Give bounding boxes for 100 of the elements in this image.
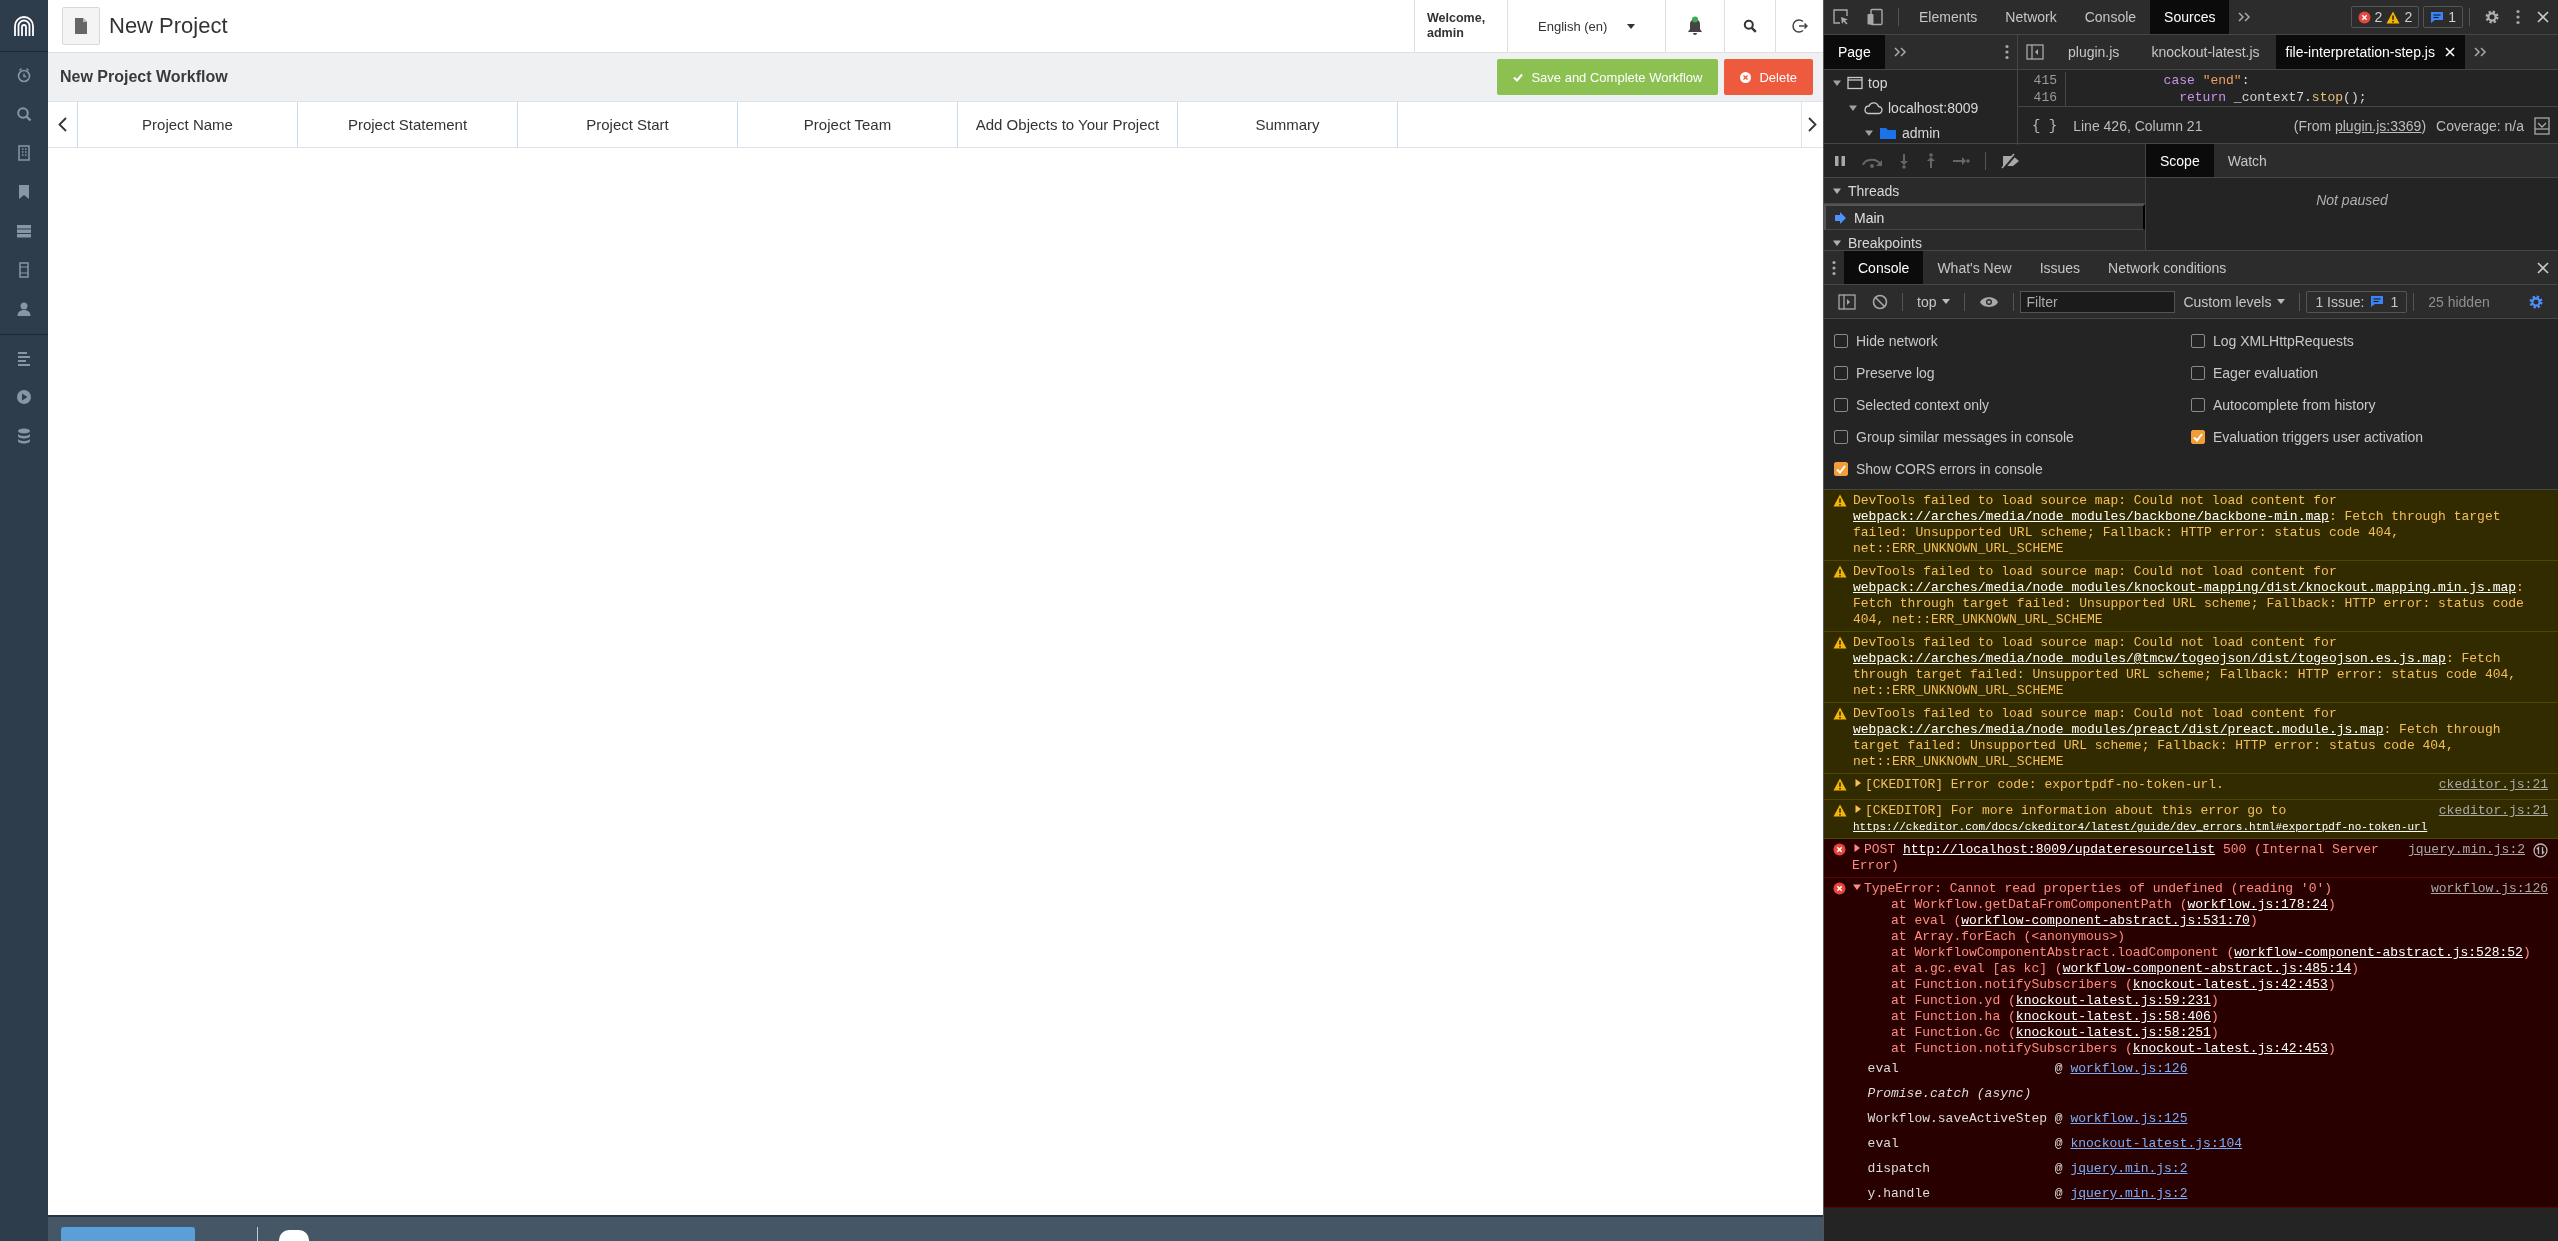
- play-icon[interactable]: [15, 388, 33, 406]
- stack-link[interactable]: jquery.min.js:2: [2070, 1186, 2188, 1201]
- stack-link[interactable]: knockout-latest.js:42:453: [2132, 977, 2328, 992]
- caret-icon: [2277, 299, 2286, 304]
- scope-tab[interactable]: Watch: [2213, 144, 2281, 177]
- issues-button[interactable]: 1 Issue: 1: [2306, 290, 2408, 313]
- more-icon[interactable]: [2516, 9, 2520, 25]
- settings-icon[interactable]: [2528, 293, 2544, 310]
- step-into-icon[interactable]: [1898, 152, 1910, 169]
- close-icon[interactable]: [2536, 260, 2550, 275]
- devtools-tab[interactable]: Elements: [1905, 0, 1992, 34]
- step-out-icon[interactable]: [1925, 152, 1937, 169]
- pane-title[interactable]: Threads: [1848, 182, 1900, 199]
- step-icon[interactable]: [1952, 154, 1970, 167]
- stack-link[interactable]: knockout-latest.js:104: [2070, 1136, 2243, 1151]
- navigator-tab[interactable]: Page: [1824, 35, 1885, 69]
- disclosure-icon[interactable]: [1852, 882, 1862, 892]
- message-link[interactable]: http://localhost:8009/updateresourcelist: [1903, 842, 2216, 857]
- message-link[interactable]: webpack://arches/media/node_modules/preact/dist/preact.module.js.map: [1853, 722, 2384, 737]
- chevrons-icon[interactable]: [2472, 46, 2487, 58]
- search-icon[interactable]: [15, 105, 33, 123]
- list-icon[interactable]: [15, 349, 33, 367]
- coverage-icon[interactable]: [2534, 117, 2550, 135]
- drawer-tab[interactable]: Network conditions: [2094, 251, 2241, 284]
- stack-function: dispatch: [1867, 1161, 1930, 1177]
- tree-item[interactable]: localhost:8009: [1888, 99, 1979, 116]
- stack-link[interactable]: jquery.min.js:2: [2070, 1161, 2188, 1176]
- checkbox-label: Hide network: [1856, 333, 1938, 349]
- drawer-tab[interactable]: What's New: [1923, 251, 2026, 284]
- pretty-print-button[interactable]: { }: [2026, 118, 2064, 134]
- stack-link[interactable]: workflow-component-abstract.js:485:14: [2062, 961, 2352, 976]
- message-link[interactable]: webpack://arches/media/node_modules/backbone/backbone-min.map: [1853, 509, 2329, 524]
- pane-title[interactable]: Breakpoints: [1848, 234, 1922, 251]
- stack-link[interactable]: workflow.js:178:24: [2187, 897, 2328, 912]
- devtools-tab[interactable]: Sources: [2150, 0, 2230, 34]
- disclosure-icon[interactable]: [1852, 843, 1862, 853]
- warning-icon: [1833, 565, 1847, 578]
- devtools-tab[interactable]: Network: [1991, 0, 2071, 34]
- stack-link[interactable]: workflow-component-abstract.js:528:52: [2234, 945, 2523, 960]
- checkbox[interactable]: [1834, 366, 1848, 380]
- checkbox[interactable]: [1834, 462, 1848, 476]
- stack-link[interactable]: knockout-latest.js:42:453: [2132, 1041, 2328, 1056]
- arch-logo-icon[interactable]: [13, 14, 35, 37]
- message-link[interactable]: webpack://arches/media/node_modules/@tmcw/togeojson/dist/togeojson.es.js.map: [1853, 651, 2446, 666]
- stack-link[interactable]: knockout-latest.js:58:406: [2015, 1009, 2211, 1024]
- stack-link[interactable]: knockout-latest.js:59:231: [2015, 993, 2211, 1008]
- tree-item[interactable]: admin: [1902, 124, 1941, 141]
- checkbox[interactable]: [2191, 398, 2205, 412]
- checkbox[interactable]: [1834, 430, 1848, 444]
- source-link[interactable]: ckeditor.js:21: [2438, 777, 2548, 793]
- stack-link[interactable]: workflow-component-abstract.js:531:70: [1961, 913, 2250, 928]
- network-icon[interactable]: [2533, 842, 2548, 858]
- at-symbol: @: [2054, 1186, 2063, 1201]
- checkbox[interactable]: [2191, 366, 2205, 380]
- database-icon[interactable]: [15, 427, 33, 445]
- source-link[interactable]: ckeditor.js:21: [2438, 803, 2548, 819]
- stack-link[interactable]: workflow.js:125: [2070, 1111, 2188, 1126]
- chevrons-icon[interactable]: [1892, 46, 1907, 58]
- clock-icon[interactable]: [15, 66, 33, 84]
- devtools-tab[interactable]: Console: [2070, 0, 2151, 34]
- hidden-count: 25 hidden: [2428, 293, 2490, 310]
- language-select[interactable]: English (en): [1508, 0, 1665, 52]
- chevrons-icon[interactable]: [2237, 11, 2252, 23]
- pause-icon[interactable]: [1834, 154, 1846, 167]
- file-tab[interactable]: plugin.js: [2052, 35, 2136, 69]
- source-link[interactable]: workflow.js:126: [2430, 881, 2548, 897]
- file-tab[interactable]: knockout-latest.js: [2135, 35, 2276, 69]
- drawer-tab[interactable]: Issues: [2025, 251, 2095, 284]
- thread-item[interactable]: Main: [1824, 204, 2145, 230]
- disclosure-icon[interactable]: [1853, 804, 1863, 814]
- message-counter[interactable]: 1: [2423, 6, 2463, 28]
- stack-link[interactable]: knockout-latest.js:58:251: [2015, 1025, 2211, 1040]
- checkbox[interactable]: [1834, 398, 1848, 412]
- close-icon[interactable]: [2536, 10, 2550, 24]
- grid-icon[interactable]: [15, 144, 33, 162]
- status-message: Not paused: [2316, 192, 2388, 208]
- levels-select[interactable]: Custom levels: [2175, 293, 2294, 310]
- origin-link[interactable]: plugin.js:3369: [2334, 118, 2422, 134]
- deactivate-breakpoints-icon[interactable]: [2001, 152, 2021, 169]
- settings-icon[interactable]: [2484, 9, 2500, 25]
- checkbox[interactable]: [2191, 334, 2205, 348]
- server-icon[interactable]: [15, 222, 33, 240]
- drawer-tab[interactable]: Console: [1844, 251, 1924, 284]
- more-icon[interactable]: [1832, 259, 1836, 276]
- checkbox[interactable]: [1834, 334, 1848, 348]
- message-link[interactable]: https://ckeditor.com/docs/ckeditor4/latest/guide/dev_errors.html#exportpdf-no-token-url: [1853, 821, 2428, 833]
- person-icon[interactable]: [15, 300, 33, 318]
- filter-field[interactable]: Filter: [2020, 290, 2176, 313]
- more-icon[interactable]: [2005, 44, 2009, 60]
- source-link[interactable]: jquery.min.js:2: [2407, 842, 2525, 858]
- context-select[interactable]: top: [1909, 293, 1959, 310]
- scope-tab[interactable]: Scope: [2146, 144, 2214, 177]
- stack-link[interactable]: workflow.js:126: [2070, 1061, 2188, 1076]
- message-link[interactable]: webpack://arches/media/node_modules/knockout-mapping/dist/knockout.mapping.min.js.map: [1853, 580, 2517, 595]
- tree-item[interactable]: top: [1868, 74, 1888, 91]
- disclosure-icon[interactable]: [1853, 778, 1863, 788]
- checkbox[interactable]: [2191, 430, 2205, 444]
- issue-counter[interactable]: 2 2: [2350, 6, 2420, 28]
- document-button[interactable]: [62, 7, 100, 45]
- file-tab[interactable]: file-interpretation-step.js: [2275, 35, 2465, 69]
